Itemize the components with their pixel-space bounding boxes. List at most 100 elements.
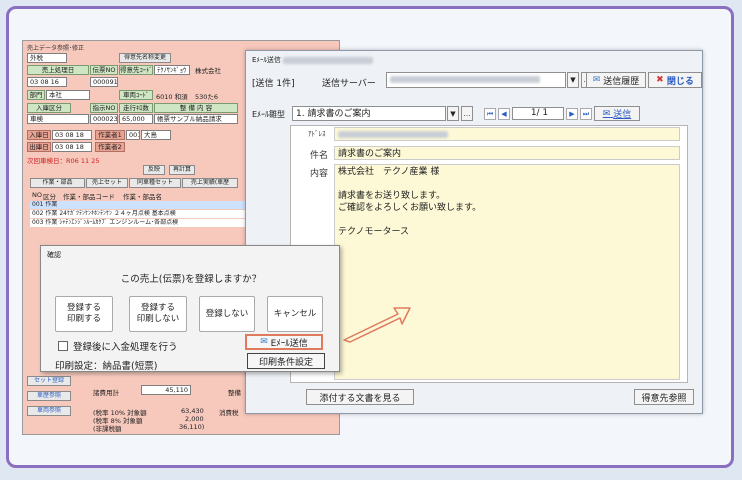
tab-sales-history[interactable]: 売上実績(車歴: [182, 178, 238, 188]
arrow-annotation: [343, 307, 411, 343]
template-label: Eﾒｰﾙ雛型: [252, 110, 286, 119]
address-field[interactable]: [334, 127, 680, 141]
tab-sales-set[interactable]: 売上セット: [86, 178, 128, 188]
page-indicator: 1/ 1: [512, 107, 564, 120]
body-line: [338, 178, 679, 190]
maintenance-total-label: 整備: [228, 389, 241, 397]
mail-icon: ✉: [602, 108, 611, 119]
prev-page-icon[interactable]: ◀: [498, 108, 510, 120]
table-row[interactable]: 003 作業 ｼｬﾃﾝｴﾝｼﾞﾝﾙｰﾑｶｸﾌﾞ エンジンルーム･各部点検: [30, 219, 260, 227]
col-type: 区分: [43, 193, 56, 201]
body-line: 請求書をお送り致します。: [338, 191, 446, 201]
row-code: ｼｬﾃﾝｴﾝｼﾞﾝﾙｰﾑｶｸﾌﾞ: [59, 219, 108, 226]
server-select[interactable]: [386, 72, 566, 88]
next-page-icon[interactable]: ▶: [566, 108, 578, 120]
body-line: 株式会社 テクノ産業 様: [338, 167, 440, 177]
col-name: 作業・部品名: [123, 193, 162, 201]
worker1-code[interactable]: 001: [126, 130, 140, 140]
worker1-name[interactable]: 大島: [141, 130, 171, 140]
print-condition-button[interactable]: 印刷条件設定: [247, 353, 325, 369]
window-title: 売上データ参照･修正: [27, 45, 85, 52]
out-date-field[interactable]: 03 08 18: [52, 142, 92, 152]
worker2-label: 作業者2: [95, 142, 125, 152]
next-inspection-date: 次回車検日：R06 11 25: [27, 157, 100, 165]
vehicle-history-button[interactable]: 車歴参照: [27, 391, 71, 401]
body-line: テクノモータース: [338, 227, 410, 237]
in-date-field[interactable]: 03 08 18: [52, 130, 92, 140]
email-send-button[interactable]: ✉ Eﾒｰﾙ送信: [245, 334, 323, 350]
first-page-icon[interactable]: ⏮: [484, 108, 496, 120]
in-type-label: 入庫区分: [27, 103, 71, 113]
register-print-button[interactable]: 登録する 印刷する: [55, 296, 113, 332]
expense-value: 45,110: [141, 385, 191, 395]
designated-no-field[interactable]: 000023: [90, 114, 118, 124]
plate-value: 530た6: [195, 93, 219, 101]
table-row[interactable]: 001 作業: [30, 201, 260, 209]
no-register-button[interactable]: 登録しない: [199, 296, 255, 332]
reflect-button[interactable]: 反映: [143, 165, 165, 175]
send-button[interactable]: ✉ 送信: [594, 106, 640, 121]
customer-ref-button[interactable]: 得意先参照: [634, 389, 694, 405]
customer-name: 株式会社: [195, 67, 221, 75]
address-label: ｱﾄﾞﾚｽ: [308, 130, 326, 138]
customer-code-label: 得意先ｺｰﾄﾞ: [119, 65, 153, 75]
chevron-down-icon[interactable]: ▼: [567, 72, 579, 88]
tab-work-parts[interactable]: 作業・部品: [30, 178, 85, 188]
mileage-field[interactable]: 65,000: [119, 114, 153, 124]
col-code: 作業・部品コード: [63, 193, 115, 201]
row-no: 002: [32, 210, 44, 217]
payment-checkbox[interactable]: [58, 341, 68, 351]
subject-field[interactable]: 請求書のご案内: [334, 146, 680, 160]
in-type-select[interactable]: 車検: [27, 114, 89, 124]
payment-checkbox-label: 登録後に入金処理を行う: [73, 342, 178, 353]
row-no: 001: [32, 201, 44, 208]
tax8-value: 2,000: [185, 415, 204, 423]
close-button[interactable]: ✖ 閉じる: [648, 72, 702, 88]
history-button[interactable]: ✉ 送信履歴: [586, 72, 646, 88]
chevron-down-icon[interactable]: ▼: [447, 106, 459, 121]
mail-window-title: Eﾒｰﾙ送信: [252, 55, 374, 65]
set-register-button[interactable]: セット登録: [27, 376, 71, 386]
out-date-label: 出庫日: [27, 142, 51, 152]
server-label: 送信サーバー: [322, 79, 376, 89]
body-line: [338, 214, 679, 226]
body-label: 内容: [310, 169, 329, 179]
dept-label: 部門: [27, 90, 45, 100]
row-code: 24ｹｶﾞﾂﾃﾝｹﾝｷﾎﾝﾃﾝｹﾝ: [59, 210, 112, 217]
table-row[interactable]: 002 作業 24ｹｶﾞﾂﾃﾝｹﾝｷﾎﾝﾃﾝｹﾝ ２４ヶ月点検 基本点検: [30, 210, 260, 218]
row-name: ２４ヶ月点検 基本点検: [113, 210, 176, 217]
dept-select[interactable]: 本社: [46, 90, 90, 100]
subject-label: 件名: [310, 151, 329, 161]
close-icon: ✖: [656, 75, 664, 85]
body-field[interactable]: 株式会社 テクノ産業 様 請求書をお送り致します。 ご確認をよろしくお願い致しま…: [334, 164, 680, 380]
cancel-button[interactable]: キャンセル: [267, 296, 323, 332]
sales-date-label: 売上処理日: [27, 65, 89, 75]
mail-icon: ✉: [592, 75, 601, 85]
row-no: 003: [32, 219, 44, 226]
blurred-recipient: [283, 56, 374, 64]
template-select[interactable]: 1. 請求書のご案内: [292, 106, 446, 121]
customer-kana[interactable]: ﾃｸﾉｻﾝｷﾞｮｳ: [154, 65, 190, 75]
designated-no-label: 指示NO: [90, 103, 118, 113]
tab-same-model-set[interactable]: 同車種セット: [129, 178, 181, 188]
nontax-value: 36,110): [179, 423, 205, 431]
body-line: ご確認をよろしくお願い致します。: [338, 203, 482, 213]
dialog-question: この売上(伝票)を登録しますか？: [120, 274, 262, 285]
mail-icon: ✉: [260, 337, 268, 347]
vehicle-code-label: 車両ｺｰﾄﾞ: [119, 90, 153, 100]
vehicle-ref-button[interactable]: 車両参照: [27, 406, 71, 416]
recalc-button[interactable]: 再計算: [169, 165, 195, 175]
send-count: [送信 1件]: [252, 79, 295, 89]
consumption-tax-label: 消費税: [219, 409, 239, 417]
slip-no-field[interactable]: 000091: [90, 77, 118, 87]
last-page-icon[interactable]: ⏭: [580, 108, 592, 120]
register-no-print-button[interactable]: 登録する 印刷しない: [129, 296, 187, 332]
maintenance-field[interactable]: 帳票サンプル納品請求: [154, 114, 238, 124]
tax-type-select[interactable]: 外税: [27, 53, 67, 63]
attachments-button[interactable]: 添付する文書を見る: [306, 389, 414, 405]
template-more-button[interactable]: …: [461, 106, 473, 121]
customer-change-button[interactable]: 得意先名称変更: [119, 53, 171, 63]
tax10-value: 63,430: [181, 407, 204, 415]
sales-date-field[interactable]: 03 08 16: [27, 77, 67, 87]
maintenance-label: 整 備 内 容: [154, 103, 238, 113]
